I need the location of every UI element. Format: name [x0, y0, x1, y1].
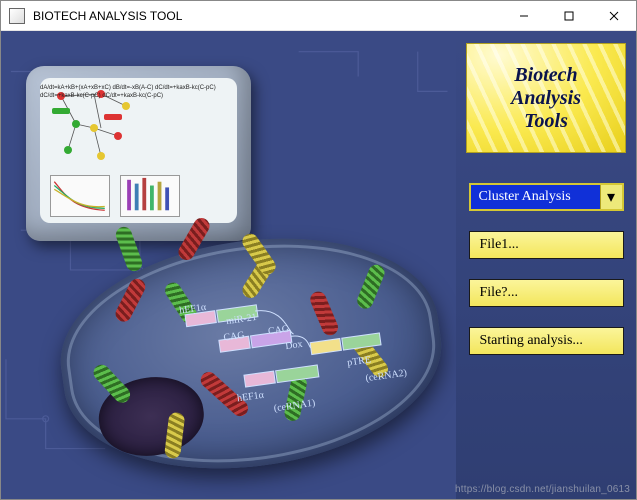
close-icon	[609, 11, 619, 21]
start-analysis-button[interactable]: Starting analysis...	[469, 327, 624, 355]
chevron-down-icon: ▾	[600, 185, 622, 209]
content-area: dA/dt=kA+kB+(xA+xB+xC) dB/dt=-xB(A-C) dC…	[1, 31, 636, 499]
mini-chart-1	[50, 175, 110, 217]
monitor-illustration: dA/dt=kA+kB+(xA+xB+xC) dB/dt=-xB(A-C) dC…	[26, 66, 251, 241]
app-icon	[9, 8, 25, 24]
close-button[interactable]	[591, 1, 636, 30]
start-analysis-label: Starting analysis...	[480, 333, 583, 349]
maximize-button[interactable]	[546, 1, 591, 30]
window-controls	[501, 1, 636, 30]
monitor-screen: dA/dt=kA+kB+(xA+xB+xC) dB/dt=-xB(A-C) dC…	[40, 78, 237, 223]
window-title: BIOTECH ANALYSIS TOOL	[33, 9, 501, 23]
analysis-type-dropdown[interactable]: Cluster Analysis ▾	[469, 183, 624, 211]
dropdown-selected-text: Cluster Analysis	[471, 189, 600, 205]
mini-chart-2	[120, 175, 180, 217]
file2-button[interactable]: File?...	[469, 279, 624, 307]
label-hef1a-bot: hEF1α	[236, 390, 264, 405]
titlebar: BIOTECH ANALYSIS TOOL	[1, 1, 636, 31]
logo-text: Biotech Analysis Tools	[511, 64, 581, 133]
app-window: BIOTECH ANALYSIS TOOL	[0, 0, 637, 500]
minimize-button[interactable]	[501, 1, 546, 30]
watermark-text: https://blog.csdn.net/jianshuilan_0613	[455, 484, 630, 495]
file2-label: File?...	[480, 285, 519, 301]
minimize-icon	[519, 11, 529, 21]
logo-panel: Biotech Analysis Tools	[466, 43, 626, 153]
file1-label: File1...	[480, 237, 519, 253]
side-panel: Biotech Analysis Tools Cluster Analysis …	[456, 31, 636, 499]
file1-button[interactable]: File1...	[469, 231, 624, 259]
equations-text: dA/dt=kA+kB+(xA+xB+xC) dB/dt=-xB(A-C) dC…	[40, 84, 229, 100]
maximize-icon	[564, 11, 574, 21]
illustration-canvas: dA/dt=kA+kB+(xA+xB+xC) dB/dt=-xB(A-C) dC…	[1, 31, 456, 499]
